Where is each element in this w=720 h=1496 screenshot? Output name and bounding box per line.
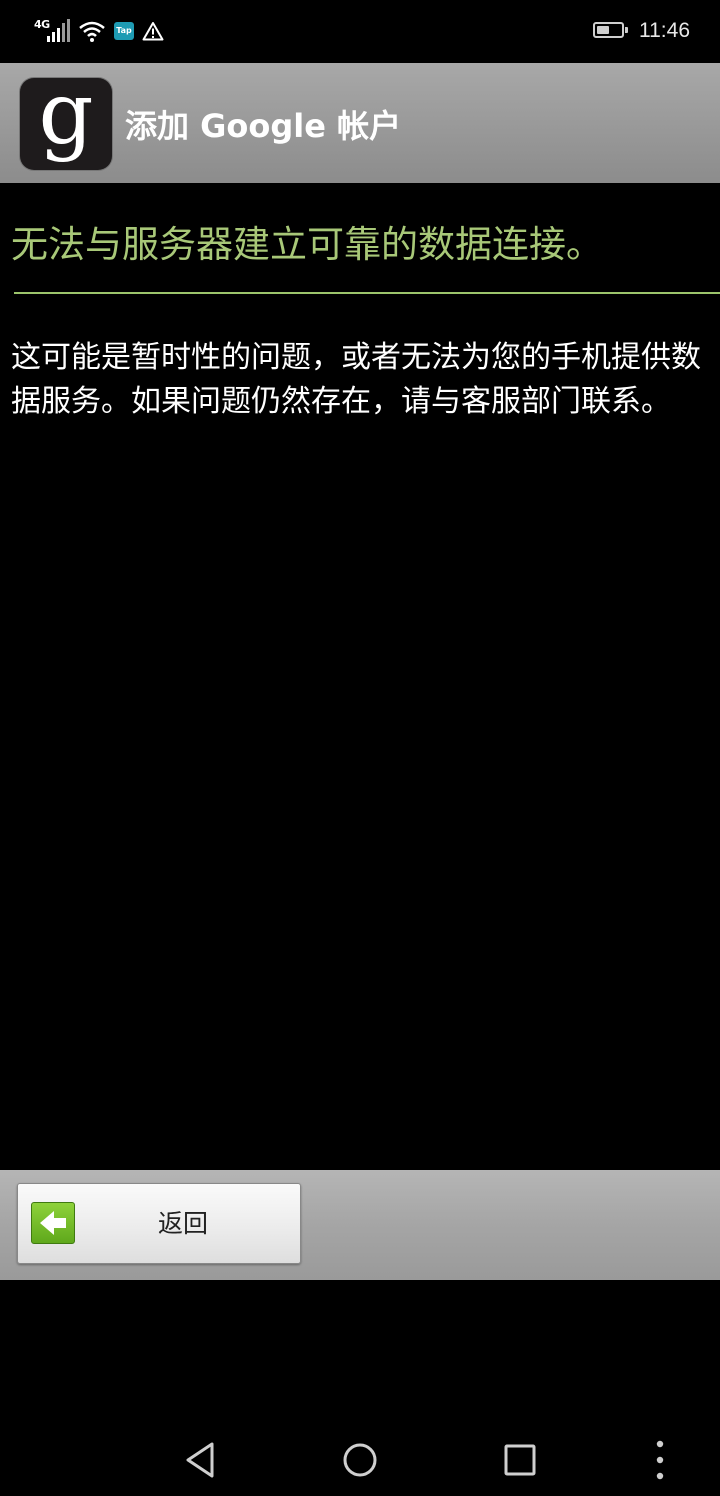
battery-fill [597, 26, 609, 34]
battery-icon [593, 22, 629, 40]
title-bar: g 添加 Google 帐户 [0, 63, 720, 183]
button-bar: 返回 [0, 1170, 720, 1280]
back-arrow-icon [31, 1202, 75, 1244]
warning-icon [142, 22, 164, 41]
back-button[interactable]: 返回 [17, 1183, 301, 1264]
recents-square-icon[interactable] [498, 1438, 542, 1482]
screen: 4G Tap 11:46 g 添加 Google 帐户 无法与服务器建立可靠的数… [0, 0, 720, 1496]
home-circle-icon[interactable] [338, 1438, 382, 1482]
error-message: 这可能是暂时性的问题，或者无法为您的手机提供数据服务。如果问题仍然存在，请与客服… [11, 340, 701, 419]
status-time: 11:46 [639, 19, 690, 42]
more-dots-icon[interactable] [638, 1438, 682, 1482]
status-icons-right: 11:46 [593, 16, 690, 46]
divider [14, 292, 720, 294]
error-heading: 无法与服务器建立可靠的数据连接。 [11, 223, 603, 266]
back-button-label: 返回 [157, 1209, 208, 1238]
google-g-letter: g [38, 64, 94, 164]
status-icons-left: 4G Tap [34, 16, 164, 46]
tap-icon: Tap [114, 22, 134, 40]
status-bar: 4G Tap 11:46 [0, 0, 720, 63]
page-title: 添加 Google 帐户 [125, 107, 402, 145]
wifi-icon [79, 21, 105, 42]
google-app-icon: g [20, 64, 112, 170]
back-triangle-icon[interactable] [178, 1438, 222, 1482]
navigation-bar [0, 1420, 720, 1496]
signal-icon: 4G [34, 18, 70, 44]
network-type: 4G [34, 18, 50, 31]
